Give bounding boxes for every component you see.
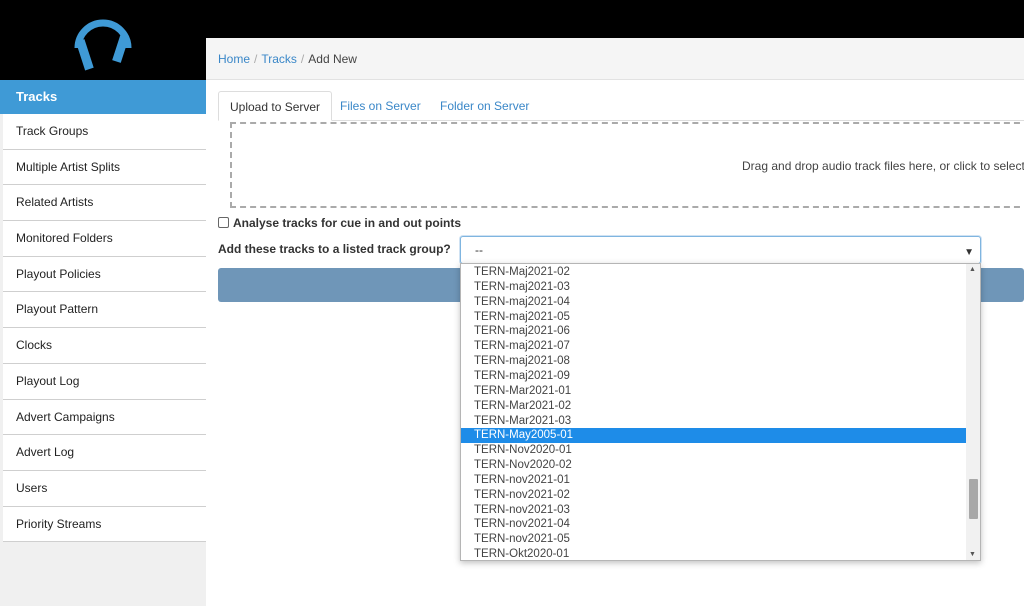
dropdown-option[interactable]: TERN-Maj2021-02 (461, 265, 967, 280)
dropdown-option[interactable]: TERN-Nov2020-01 (461, 443, 967, 458)
upload-tabs: Upload to Server Files on Server Folder … (218, 91, 1024, 121)
dropzone-instructions: Drag and drop audio track files here, or… (742, 159, 1024, 173)
dropdown-option[interactable]: TERN-Mar2021-03 (461, 414, 967, 429)
dropdown-option[interactable]: TERN-nov2021-05 (461, 532, 967, 547)
dropdown-option[interactable]: TERN-maj2021-07 (461, 339, 967, 354)
dropdown-option[interactable]: TERN-nov2021-04 (461, 517, 967, 532)
sidebar: Tracks Track Groups Multiple Artist Split… (0, 80, 206, 606)
dropdown-option[interactable]: TERN-Okt2020-01 (461, 547, 967, 560)
dropdown-option[interactable]: TERN-maj2021-05 (461, 310, 967, 325)
dropdown-option[interactable]: TERN-maj2021-08 (461, 354, 967, 369)
scroll-down-arrow-icon[interactable]: ▼ (969, 551, 976, 558)
sidebar-item-tracks[interactable]: Tracks (0, 80, 206, 114)
headphones-icon[interactable] (70, 4, 136, 72)
sidebar-item-monitored-folders[interactable]: Monitored Folders (3, 221, 206, 257)
track-group-select[interactable]: -- ▼ (460, 236, 981, 264)
sidebar-item-advert-campaigns[interactable]: Advert Campaigns (3, 399, 206, 436)
tab-folder-on-server[interactable]: Folder on Server (429, 91, 540, 121)
dropdown-option[interactable]: TERN-Nov2020-02 (461, 458, 967, 473)
dropdown-option[interactable]: TERN-nov2021-03 (461, 503, 967, 518)
sidebar-item-playout-log[interactable]: Playout Log (3, 363, 206, 400)
track-group-label: Add these tracks to a listed track group… (218, 242, 451, 256)
breadcrumb: Home / Tracks / Add New (206, 38, 1024, 80)
sidebar-item-playout-policies[interactable]: Playout Policies (3, 256, 206, 293)
sidebar-item-priority-streams[interactable]: Priority Streams (3, 506, 206, 543)
dropdown-option[interactable]: TERN-nov2021-02 (461, 488, 967, 503)
dropdown-option[interactable]: TERN-May2005-01 (461, 428, 967, 444)
dropdown-option[interactable]: TERN-maj2021-09 (461, 369, 967, 384)
analyse-label: Analyse tracks for cue in and out points (233, 216, 462, 230)
analyse-option: Analyse tracks for cue in and out points (218, 215, 461, 231)
dropdown-option[interactable]: TERN-maj2021-06 (461, 324, 967, 339)
sidebar-item-playout-pattern[interactable]: Playout Pattern (3, 292, 206, 329)
tab-upload-to-server[interactable]: Upload to Server (218, 91, 333, 121)
sidebar-item-users[interactable]: Users (3, 470, 206, 507)
scrollbar-thumb[interactable] (969, 479, 978, 519)
dropdown-option[interactable]: TERN-maj2021-03 (461, 280, 967, 295)
breadcrumb-separator: / (254, 52, 258, 66)
dropdown-option[interactable]: TERN-Mar2021-01 (461, 384, 967, 399)
breadcrumb-separator: / (300, 52, 305, 66)
track-group-dropdown-list: TERN-Maj2021-02 TERN-maj2021-03 TERN-maj20… (460, 263, 981, 561)
breadcrumb-tracks[interactable]: Tracks (261, 52, 297, 66)
sidebar-item-multiple-artist-splits[interactable]: Multiple Artist Splits (3, 149, 206, 186)
dropdown-option[interactable]: TERN-Mar2021-02 (461, 399, 967, 414)
sidebar-item-clocks[interactable]: Clocks (3, 328, 206, 364)
dropdown-option[interactable]: TERN-maj2021-04 (461, 295, 967, 310)
dropdown-option[interactable]: TERN-nov2021-01 (461, 473, 967, 488)
dropdown-scrollbar[interactable]: ▲ ▼ (966, 264, 980, 560)
tab-files-on-server[interactable]: Files on Server (329, 91, 432, 121)
scroll-up-arrow-icon[interactable]: ▲ (969, 266, 976, 273)
sidebar-item-track-groups[interactable]: Track Groups (3, 114, 206, 150)
sidebar-item-related-artists[interactable]: Related Artists (3, 185, 206, 222)
track-group-selected-value: -- (475, 243, 483, 257)
analyse-checkbox[interactable] (218, 217, 229, 228)
breadcrumb-home[interactable]: Home (218, 52, 250, 66)
breadcrumb-current: Add New (308, 52, 357, 66)
sidebar-list: Track Groups Multiple Artist Splits Relate… (0, 114, 206, 543)
sidebar-item-advert-log[interactable]: Advert Log (3, 435, 206, 471)
